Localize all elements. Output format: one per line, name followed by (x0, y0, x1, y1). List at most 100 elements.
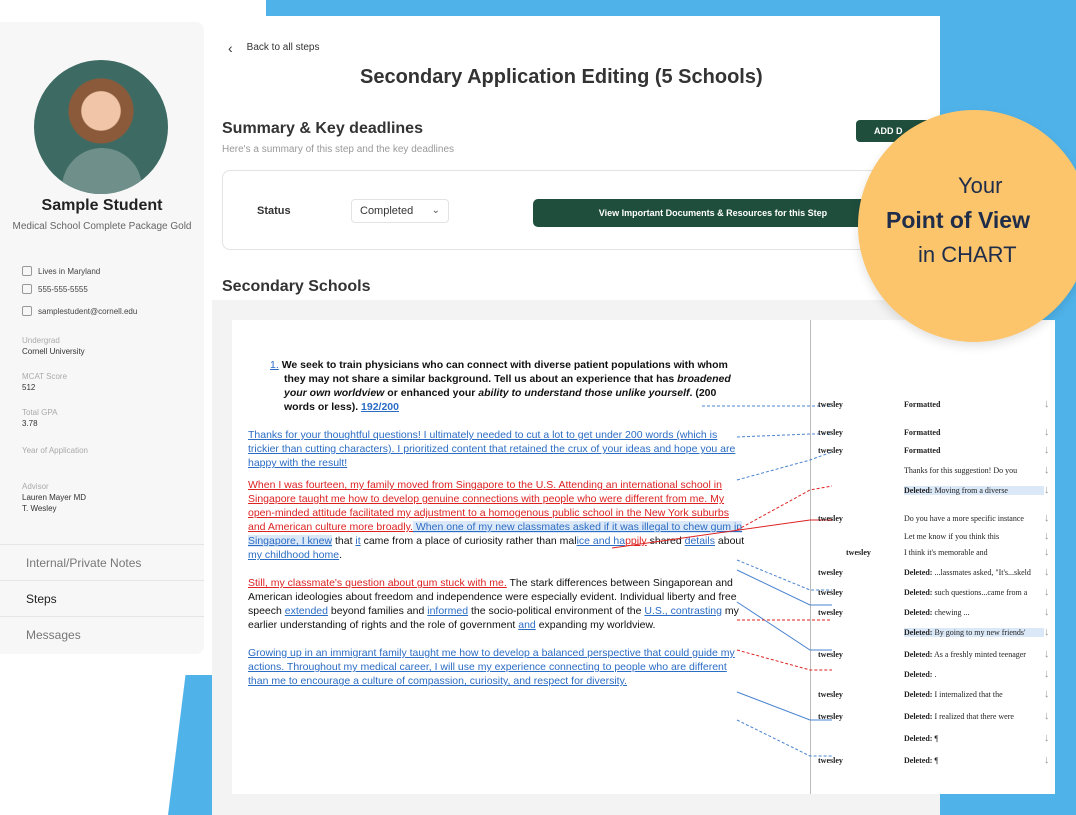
back-label: Back to all steps (246, 42, 320, 53)
word-count: 192/200 (361, 401, 399, 413)
comment-text: I think it's memorable and (904, 548, 1044, 557)
arrow-down-icon[interactable]: ↓ (1044, 484, 1050, 496)
comment-row[interactable]: Deleted: . ↓ (818, 668, 1058, 684)
nav-steps[interactable]: Steps (0, 580, 204, 616)
comment-row[interactable]: Deleted: By going to my new friends' ↓ (818, 626, 1058, 642)
view-documents-button[interactable]: View Important Documents & Resources for… (533, 199, 893, 227)
phone-icon (22, 284, 32, 294)
arrow-down-icon[interactable]: ↓ (1044, 426, 1050, 438)
comment-text: Do you have a more specific instance (904, 514, 1044, 523)
comment-body: By going to my new friends' (932, 628, 1026, 637)
text-run: that (332, 535, 356, 547)
comment-row[interactable]: twesley Deleted: ¶ ↓ (818, 754, 1058, 770)
arrow-down-icon[interactable]: ↓ (1044, 444, 1050, 456)
comment-row[interactable]: twesley Deleted: ...lassmates asked, "It'… (818, 566, 1058, 582)
comment-margin-divider (810, 320, 811, 794)
badge-line-3: in CHART (918, 242, 1017, 267)
comment-author: twesley (846, 548, 871, 557)
comment-body: . (932, 670, 937, 679)
comment-row[interactable]: twesley I think it's memorable and ↓ (818, 546, 1058, 562)
arrow-down-icon[interactable]: ↓ (1044, 732, 1050, 744)
arrow-down-icon[interactable]: ↓ (1044, 606, 1050, 618)
arrow-down-icon[interactable]: ↓ (1044, 398, 1050, 410)
comment-text: Deleted: such questions...came from a (904, 588, 1044, 597)
comment-label: Deleted: (904, 628, 933, 637)
arrow-down-icon[interactable]: ↓ (1044, 464, 1050, 476)
email-row[interactable]: samplestudent@cornell.edu (22, 306, 137, 316)
comment-body: Do you have a more specific instance (904, 514, 1024, 523)
arrow-down-icon[interactable]: ↓ (1044, 688, 1050, 700)
comment-label: Deleted: (904, 690, 933, 699)
comment-row[interactable]: Deleted: Moving from a diverse ↓ (818, 484, 1058, 500)
location-text: Lives in Maryland (38, 266, 101, 276)
arrow-down-icon[interactable]: ↓ (1044, 512, 1050, 524)
comment-author: twesley (818, 608, 843, 617)
comment-row[interactable]: twesley Deleted: I internalized that the ↓ (818, 688, 1058, 704)
arrow-down-icon[interactable]: ↓ (1044, 710, 1050, 722)
comment-label: Deleted: (904, 588, 933, 597)
inserted-text: extended (284, 605, 328, 617)
text-run: shared (646, 535, 685, 547)
nav-internal-notes[interactable]: Internal/Private Notes (0, 544, 204, 580)
comment-row[interactable]: Thanks for this suggestion! Do you ↓ (818, 464, 1058, 480)
comment-row[interactable]: twesley Do you have a more specific insta… (818, 512, 1058, 528)
text-run: . (339, 549, 342, 561)
comment-author: twesley (818, 588, 843, 597)
text-run: came from a place of curiosity rather th… (360, 535, 577, 547)
summary-subtitle: Here's a summary of this step and the ke… (222, 144, 455, 155)
comment-author: twesley (818, 650, 843, 659)
arrow-down-icon[interactable]: ↓ (1044, 530, 1050, 542)
comment-author: twesley (818, 428, 843, 437)
decor-top-band (266, 0, 986, 16)
comment-row[interactable]: Deleted: ¶ ↓ (818, 732, 1058, 748)
comment-row[interactable]: twesley Formatted ↓ (818, 398, 1058, 414)
comment-row[interactable]: twesley Deleted: chewing ... ↓ (818, 606, 1058, 622)
text-run: expanding my worldview. (535, 619, 656, 631)
comment-body: Formatted (904, 446, 941, 455)
document-preview[interactable]: 1. We seek to train physicians who can c… (212, 300, 1055, 815)
comment-row[interactable]: Let me know if you think this ↓ (818, 530, 1058, 546)
comment-body: such questions...came from a (932, 588, 1028, 597)
comment-body: As a freshly minted teenager (932, 650, 1026, 659)
comment-row[interactable]: twesley Formatted ↓ (818, 444, 1058, 460)
arrow-down-icon[interactable]: ↓ (1044, 586, 1050, 598)
essay-paragraph-1: When I was fourteen, my family moved fro… (248, 478, 748, 562)
back-link[interactable]: ‹ Back to all steps (228, 41, 320, 55)
email-text[interactable]: samplestudent@cornell.edu (38, 307, 137, 316)
comment-text: Thanks for this suggestion! Do you (904, 466, 1044, 475)
question-number: 1. (270, 359, 279, 371)
essay-question: 1. We seek to train physicians who can c… (262, 358, 748, 414)
comment-label: Deleted: (904, 486, 933, 495)
comment-label: Deleted: (904, 670, 933, 679)
comment-body: Let me know if you think this (904, 532, 1000, 541)
decor-left-band (168, 675, 218, 815)
comment-row[interactable]: twesley Deleted: I realized that there we… (818, 710, 1058, 726)
comment-label: Deleted: (904, 734, 933, 743)
inserted-text: details (684, 535, 715, 547)
status-select[interactable]: Completed ⌄ (351, 199, 449, 223)
arrow-down-icon[interactable]: ↓ (1044, 754, 1050, 766)
comment-row[interactable]: twesley Formatted ↓ (818, 426, 1058, 442)
arrow-down-icon[interactable]: ↓ (1044, 648, 1050, 660)
secondary-schools-title: Secondary Schools (222, 278, 371, 295)
question-text-a: We seek to train physicians who can conn… (281, 359, 728, 385)
arrow-down-icon[interactable]: ↓ (1044, 566, 1050, 578)
comment-text: Let me know if you think this (904, 532, 1044, 541)
essay-paragraph-3: Growing up in an immigrant family taught… (248, 647, 735, 687)
arrow-down-icon[interactable]: ↓ (1044, 546, 1050, 558)
arrow-down-icon[interactable]: ↓ (1044, 626, 1050, 638)
comment-author: twesley (818, 690, 843, 699)
comment-row[interactable]: twesley Deleted: As a freshly minted teen… (818, 648, 1058, 664)
arrow-down-icon[interactable]: ↓ (1044, 668, 1050, 680)
question-text-c: or enhanced your (384, 387, 479, 399)
comment-body: Thanks for this suggestion! Do you (904, 466, 1018, 475)
comment-row[interactable]: twesley Deleted: such questions...came fr… (818, 586, 1058, 602)
text-run: beyond families and (328, 605, 428, 617)
gpa-value: 3.78 (22, 419, 38, 428)
comment-label: Deleted: (904, 712, 933, 721)
question-text-d: ability to understand those unlike yours… (478, 387, 690, 399)
nav-messages[interactable]: Messages (0, 616, 204, 652)
comment-text: Deleted: Moving from a diverse (904, 486, 1044, 495)
comment-body: Formatted (904, 428, 941, 437)
advisor-name-2: T. Wesley (22, 504, 57, 513)
